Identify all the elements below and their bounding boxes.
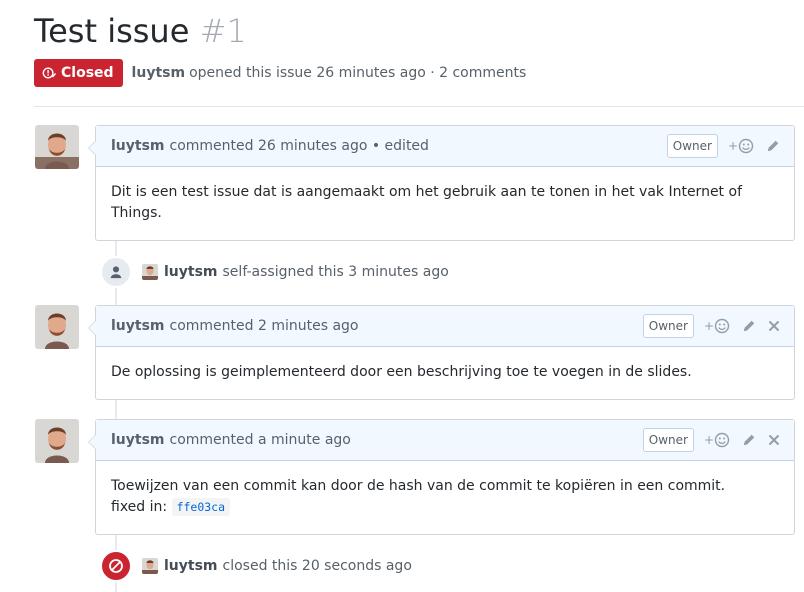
- comment-author[interactable]: luytsm: [111, 432, 165, 448]
- header-divider: [34, 106, 804, 107]
- event-author[interactable]: luytsm: [164, 558, 218, 574]
- pencil-icon: [743, 434, 755, 446]
- mini-avatar[interactable]: [142, 264, 158, 280]
- event-author[interactable]: luytsm: [164, 264, 218, 280]
- owner-badge: Owner: [642, 314, 694, 338]
- comment: luytsm commented 26 minutes ago • edited…: [88, 125, 795, 241]
- comment-body: Toewijzen van een commit kan door de has…: [96, 461, 794, 533]
- comment-author[interactable]: luytsm: [111, 138, 165, 154]
- issue-state-label: Closed: [61, 65, 114, 81]
- comment: luytsm commented a minute ago Owner + To…: [88, 419, 795, 535]
- avatar[interactable]: [35, 125, 79, 169]
- smiley-icon: [738, 138, 754, 154]
- comment-meta: commented 26 minutes ago • edited: [169, 138, 429, 154]
- avatar-image: [35, 419, 79, 463]
- event-badge: [100, 550, 132, 582]
- add-reaction-button[interactable]: +: [704, 432, 730, 448]
- avatar[interactable]: [35, 419, 79, 463]
- issue-author-link[interactable]: luytsm: [132, 65, 186, 81]
- person-icon: [110, 266, 122, 279]
- event-text: self-assigned this 3 minutes ago: [222, 264, 449, 280]
- event-badge: [100, 256, 132, 288]
- comment-header: luytsm commented 26 minutes ago • edited…: [96, 126, 794, 167]
- issue-state-badge: Closed: [34, 59, 123, 87]
- commit-sha-link[interactable]: ffe03ca: [171, 498, 231, 516]
- add-reaction-button[interactable]: +: [728, 138, 754, 154]
- circle-slash-icon: [109, 559, 123, 573]
- pencil-icon: [767, 140, 779, 152]
- smiley-icon: [714, 432, 730, 448]
- comment-text: Toewijzen van een commit kan door de has…: [111, 478, 726, 494]
- comment-meta: commented a minute ago: [169, 432, 351, 448]
- comment-body: Dit is een test issue dat is aangemaakt …: [111, 184, 742, 221]
- reaction-plus: +: [703, 319, 714, 333]
- event-text: closed this 20 seconds ago: [222, 558, 412, 574]
- mini-avatar[interactable]: [142, 558, 158, 574]
- comment-body: De oplossing is geimplementeerd door een…: [111, 364, 692, 380]
- edit-button[interactable]: [742, 319, 756, 333]
- issue-meta: Closed luytsm opened this issue 26 minut…: [34, 59, 526, 87]
- pencil-icon: [743, 320, 755, 332]
- issue-title: Test issue: [34, 12, 190, 50]
- fixed-in-line: fixed in: ffe03ca: [111, 497, 779, 518]
- comment-header: luytsm commented a minute ago Owner +: [96, 420, 794, 461]
- reaction-plus: +: [703, 433, 714, 447]
- issue-title-row: Test issue #1: [34, 12, 247, 50]
- issue-closed-icon: [42, 67, 56, 79]
- avatar[interactable]: [35, 305, 79, 349]
- owner-badge: Owner: [642, 428, 694, 452]
- delete-button[interactable]: [768, 320, 780, 332]
- add-reaction-button[interactable]: +: [704, 318, 730, 334]
- close-icon: [768, 320, 780, 332]
- issue-opened-text: opened this issue 26 minutes ago · 2 com…: [189, 65, 527, 81]
- comment: luytsm commented 2 minutes ago Owner + D…: [88, 305, 795, 400]
- timeline-event-assigned: luytsm self-assigned this 3 minutes ago: [100, 256, 449, 288]
- delete-button[interactable]: [768, 434, 780, 446]
- timeline-line: [115, 240, 117, 592]
- smiley-icon: [714, 318, 730, 334]
- comment-meta: commented 2 minutes ago: [169, 318, 359, 334]
- comment-header: luytsm commented 2 minutes ago Owner +: [96, 306, 794, 347]
- avatar-image: [35, 125, 79, 169]
- issue-number: #1: [199, 12, 247, 50]
- reaction-plus: +: [727, 139, 738, 153]
- close-icon: [768, 434, 780, 446]
- fixed-in-label: fixed in:: [111, 499, 168, 515]
- avatar-image: [35, 305, 79, 349]
- edit-button[interactable]: [766, 139, 780, 153]
- owner-badge: Owner: [666, 134, 718, 158]
- timeline-event-closed: luytsm closed this 20 seconds ago: [100, 550, 412, 582]
- comment-author[interactable]: luytsm: [111, 318, 165, 334]
- edit-button[interactable]: [742, 433, 756, 447]
